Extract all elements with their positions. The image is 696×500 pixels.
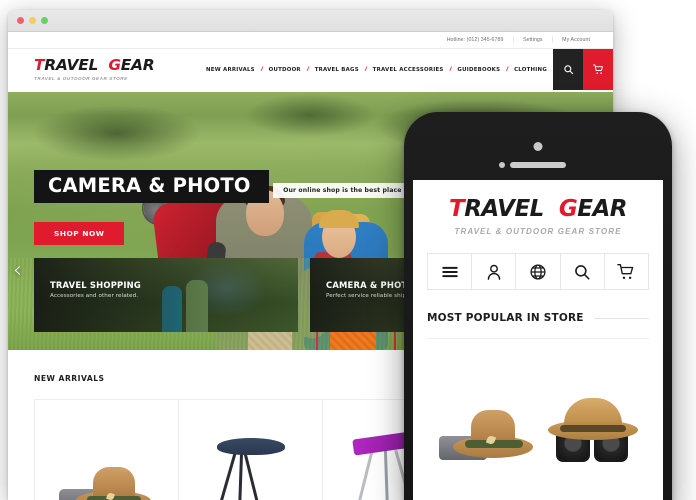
phone-logo-text: TRAVEL GEAR	[413, 198, 663, 221]
chair-frame-image	[355, 449, 374, 500]
settings-link[interactable]: Settings	[514, 37, 552, 43]
logo-accent-t: T	[34, 55, 45, 74]
window-minimize-button[interactable]	[29, 17, 36, 24]
shop-now-button[interactable]: SHOP NOW	[34, 222, 125, 246]
nav-item-new-arrivals[interactable]: NEW ARRIVALS	[200, 67, 261, 73]
stool-leg-image	[243, 453, 262, 500]
phone-front-camera-icon	[533, 142, 543, 151]
stool-leg-image	[237, 452, 244, 500]
phone-logo-accent-g: G	[558, 196, 578, 222]
logo-travel-rest: RAVEL	[44, 55, 99, 74]
promo-1-title: TRAVEL SHOPPING	[50, 280, 141, 290]
showcase-stage: Hotline: (012) 345-6789 | Settings | My …	[0, 0, 696, 500]
phone-logo-accent-t: T	[449, 196, 465, 222]
most-popular-title: MOST POPULAR IN STORE	[427, 312, 584, 324]
phone-logo-travel-rest: RAVEL	[464, 196, 544, 222]
main-navigation: NEW ARRIVALS / OUTDOOR / TRAVEL BAGS / T…	[200, 66, 553, 73]
phone-cart-button[interactable]	[605, 254, 650, 289]
phone-menu-button[interactable]	[428, 254, 473, 289]
site-logo[interactable]: TRAVEL GEAR TRAVEL & OUTDOOR GEAR STORE	[8, 55, 190, 82]
search-button[interactable]	[553, 49, 583, 90]
slider-prev-arrow-icon[interactable]: ‹	[13, 260, 22, 282]
phone-search-button[interactable]	[561, 254, 605, 289]
phone-icon-toolbar	[427, 253, 650, 290]
site-header: TRAVEL GEAR TRAVEL & OUTDOOR GEAR STORE …	[8, 49, 613, 92]
cart-icon	[592, 64, 603, 74]
phone-mockup: TRAVEL GEAR TRAVEL & OUTDOOR GEAR STORE	[404, 112, 672, 500]
phone-language-button[interactable]	[516, 254, 561, 289]
nav-item-travel-bags[interactable]: TRAVEL BAGS	[309, 67, 365, 73]
my-account-link[interactable]: My Account	[553, 37, 599, 43]
safari-hat-band-image	[560, 425, 626, 432]
nav-item-travel-accessories[interactable]: TRAVEL ACCESSORIES	[367, 67, 450, 73]
nav-item-guidebooks[interactable]: GUIDEBOOKS	[451, 67, 506, 73]
nav-item-clothing[interactable]: CLOTHING	[508, 67, 553, 73]
header-actions	[553, 49, 613, 90]
phone-site-logo[interactable]: TRAVEL GEAR TRAVEL & OUTDOOR GEAR STORE	[413, 180, 663, 237]
search-icon	[563, 65, 573, 75]
logo-accent-g: G	[108, 55, 121, 74]
phone-logo-tagline: TRAVEL & OUTDOOR GEAR STORE	[454, 227, 622, 236]
hero-title: CAMERA & PHOTO	[34, 170, 269, 204]
window-close-button[interactable]	[17, 17, 24, 24]
stool-seat-image	[217, 438, 285, 455]
phone-section-header: MOST POPULAR IN STORE	[427, 312, 649, 324]
hamburger-menu-icon	[441, 266, 458, 277]
logo-tagline: TRAVEL & OUTDOOR GEAR STORE	[34, 76, 128, 82]
user-account-icon	[487, 264, 501, 280]
stool-leg-image	[216, 453, 237, 500]
promo-1-subtitle: Accessories and other related.	[50, 293, 139, 299]
utility-bar: Hotline: (012) 345-6789 | Settings | My …	[8, 32, 613, 49]
promo-1-body: TRAVEL SHOPPING Accessories and other re…	[34, 258, 298, 299]
phone-product-card[interactable]	[427, 338, 538, 468]
promo-tile-travel-shopping[interactable]: TRAVEL SHOPPING Accessories and other re…	[34, 258, 298, 332]
hotline-text: Hotline: (012) 345-6789	[446, 37, 504, 43]
search-icon	[575, 264, 590, 280]
browser-titlebar	[8, 10, 613, 32]
phone-proximity-sensor-icon	[499, 162, 505, 168]
phone-logo-gear-rest: EAR	[577, 196, 627, 222]
cart-button[interactable]	[583, 49, 613, 90]
logo-gear-rest: EAR	[120, 55, 155, 74]
cart-icon	[617, 263, 634, 279]
section-divider	[593, 317, 649, 319]
product-card[interactable]	[178, 399, 322, 500]
phone-product-grid	[427, 338, 649, 468]
phone-product-card[interactable]	[538, 338, 649, 468]
phone-account-button[interactable]	[472, 254, 517, 289]
phone-screen: TRAVEL GEAR TRAVEL & OUTDOOR GEAR STORE	[413, 180, 663, 500]
logo-text: TRAVEL GEAR	[34, 55, 190, 74]
product-card[interactable]	[34, 399, 178, 500]
nav-item-outdoor[interactable]: OUTDOOR	[263, 67, 307, 73]
phone-earpiece-speaker	[510, 162, 566, 168]
window-zoom-button[interactable]	[41, 17, 48, 24]
globe-language-icon	[530, 263, 546, 280]
chair-frame-image	[383, 448, 390, 500]
